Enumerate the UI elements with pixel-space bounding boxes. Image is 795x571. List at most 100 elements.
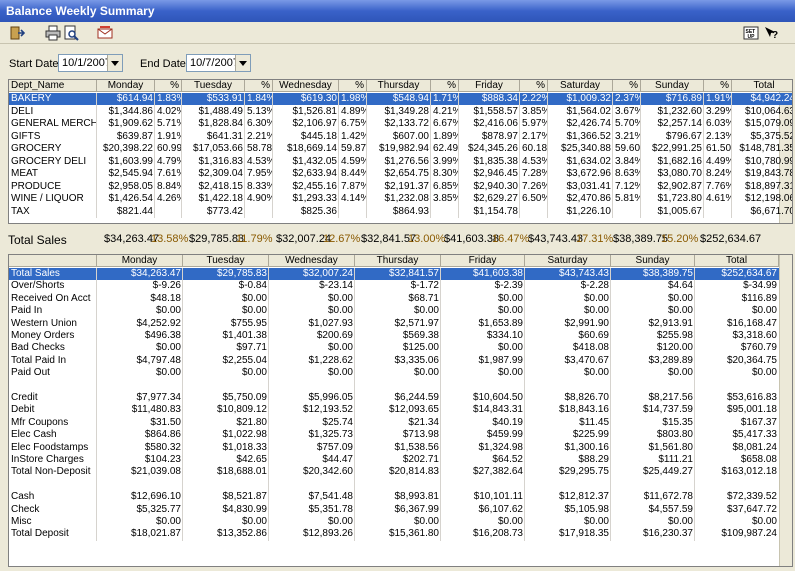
- table-row[interactable]: WINE / LIQUOR $1,426.544.26% $1,422.184.90…: [9, 193, 792, 205]
- table-row[interactable]: GENERAL MERCHAN$1,909.625.71%$1,828.846.…: [9, 118, 792, 130]
- dept-name-cell: GROCERY DELI: [11, 155, 87, 167]
- table-row[interactable]: Total Deposit $18,021.87 $13,352.86 $12,893…: [9, 528, 779, 540]
- table-row[interactable]: GROCERY $20,398.22 60.99% $17,053.66 58.78% $…: [9, 143, 792, 155]
- table-row[interactable]: Check $5,325.77 $4,830.99 $5,351.78 $6,367.9…: [9, 504, 779, 516]
- table-row[interactable]: Debit $11,480.83 $10,809.12 $12,193.52 $12,0…: [9, 404, 779, 416]
- table-row[interactable]: Total Paid In $4,797.48 $2,255.04 $1,228.62…: [9, 355, 779, 367]
- setup-button[interactable]: SET UP: [742, 24, 760, 42]
- column-header-blank[interactable]: %: [704, 80, 732, 92]
- table-row[interactable]: GROCERY DELI$1,603.994.79%$1,316.834.53%…: [9, 155, 792, 168]
- amount-cell: $5,325.77: [136, 503, 182, 515]
- end-date-select[interactable]: 10/7/2007: [186, 54, 251, 72]
- amount-cell: $20,342.60: [302, 466, 353, 478]
- column-header-blank[interactable]: [9, 255, 97, 267]
- table-row[interactable]: TAX $821.44 $773.42 $825.36 $864.93 $1,154.78…: [9, 205, 792, 218]
- column-divider: [519, 93, 520, 218]
- percent-cell: 4.49%: [706, 155, 732, 167]
- help-button[interactable]: ?: [762, 24, 780, 42]
- amount-cell: $0.00: [667, 292, 693, 304]
- table-row[interactable]: Cash $12,696.10 $8,521.87 $7,541.48 $8,993.8…: [9, 491, 779, 503]
- column-header-saturday[interactable]: Saturday: [548, 80, 613, 92]
- table-row[interactable]: Credit $7,977.34 $5,750.09 $5,996.05 $6,244.…: [9, 392, 779, 404]
- column-header-blank[interactable]: %: [155, 80, 182, 92]
- summary-label-cell: Over/Shorts: [11, 280, 65, 292]
- table-row[interactable]: Mfr Coupons $31.50 $21.80 $25.74 $21.34 $40.1…: [9, 417, 779, 429]
- table-row[interactable]: Over/Shorts $-9.26 $-0.84 $-23.14 $-1.72 $-2.…: [9, 280, 779, 292]
- print-preview-icon: [64, 25, 79, 41]
- table-row[interactable]: GIFTS $639.87 1.91% $641.31 2.21% $445.18 1.42…: [9, 131, 792, 143]
- column-header-friday[interactable]: Friday: [459, 80, 520, 92]
- column-header-blank[interactable]: %: [520, 80, 548, 92]
- print-preview-button[interactable]: [62, 24, 80, 42]
- print-button[interactable]: [44, 24, 62, 42]
- end-date-dropdown-button[interactable]: [235, 55, 250, 71]
- exit-button[interactable]: [8, 24, 26, 42]
- start-date-select[interactable]: 10/1/2007: [58, 54, 123, 72]
- dept-name-cell: TAX: [11, 205, 30, 217]
- table-row[interactable]: DELI $1,344.864.02% $1,488.495.13% $1,526.8…: [9, 105, 792, 118]
- percent-cell: 6.03%: [706, 118, 732, 129]
- total-sales-saturday-pct: 17.31%: [576, 233, 614, 245]
- email-button[interactable]: [96, 24, 114, 42]
- amount-cell: $0.00: [327, 516, 353, 527]
- amount-cell: $864.93: [392, 205, 429, 217]
- table-row[interactable]: Bad Checks $0.00 $97.71 $0.00 $125.00 $0.00 $4…: [9, 342, 779, 354]
- table-row[interactable]: [9, 380, 779, 392]
- amount-cell: $2,309.04: [198, 168, 244, 179]
- table-row[interactable]: Money Orders $496.38 $1,401.38 $200.69 $569.…: [9, 330, 779, 342]
- column-header-blank[interactable]: %: [339, 80, 367, 92]
- amount-cell: $3,470.67: [564, 354, 610, 366]
- table-row[interactable]: Western Union $4,252.92 $755.95 $1,027.93 $2…: [9, 318, 779, 330]
- table-row[interactable]: Misc $0.00 $0.00 $0.00 $0.00 $0.00 $0.00 $0.00 $…: [9, 516, 779, 528]
- table-row[interactable]: Elec Cash $864.86 $1,022.98 $1,325.73 $713.9…: [9, 429, 779, 441]
- column-header-monday[interactable]: Monday: [97, 255, 183, 267]
- table-row[interactable]: Total Non-Deposit $21,039.08 $18,688.01 $20…: [9, 466, 779, 478]
- column-header-blank[interactable]: %: [431, 80, 459, 92]
- column-divider: [430, 93, 431, 218]
- payment-summary-grid[interactable]: Monday Tuesday Wednesday Thursday Friday Satu…: [8, 254, 793, 567]
- column-header-blank[interactable]: %: [613, 80, 641, 92]
- column-header-dept-name[interactable]: Dept_Name: [9, 80, 97, 92]
- column-header-monday[interactable]: Monday: [97, 80, 155, 92]
- column-header-wednesday[interactable]: Wednesday: [269, 255, 355, 267]
- percent-cell: 60.99%: [157, 143, 182, 154]
- column-header-wednesday[interactable]: Wednesday: [273, 80, 339, 92]
- column-header-sunday[interactable]: Sunday: [611, 255, 695, 267]
- summary-grid-scrollbar[interactable]: [779, 255, 792, 566]
- table-row[interactable]: Paid In $0.00 $0.00 $0.00 $0.00 $0.00 $0.00 $0.…: [9, 305, 779, 317]
- amount-cell: $0.00: [497, 305, 523, 317]
- table-row[interactable]: Total Sales $34,263.47 $29,785.83 $32,007.2…: [9, 268, 779, 280]
- column-header-blank[interactable]: %: [245, 80, 273, 92]
- column-header-total[interactable]: Total: [732, 80, 792, 92]
- table-row[interactable]: MEAT $2,545.947.61% $2,309.047.95% $2,633.9…: [9, 168, 792, 180]
- table-row[interactable]: PRODUCE $2,958.058.84% $2,418.158.33% $2,45…: [9, 181, 792, 193]
- column-header-friday[interactable]: Friday: [441, 255, 525, 267]
- amount-cell: $3,672.96: [566, 168, 612, 179]
- column-header-thursday[interactable]: Thursday: [355, 255, 441, 267]
- column-header-saturday[interactable]: Saturday: [525, 255, 611, 267]
- window-title: Balance Weekly Summary: [6, 4, 155, 18]
- dept-name-cell: GROCERY: [11, 143, 62, 154]
- table-row[interactable]: InStore Charges $104.23 $42.65 $44.47 $202.7…: [9, 454, 779, 466]
- table-row[interactable]: Paid Out $0.00 $0.00 $0.00 $0.00 $0.00 $0.00 $0…: [9, 367, 779, 379]
- column-header-tuesday[interactable]: Tuesday: [182, 80, 245, 92]
- column-header-thursday[interactable]: Thursday: [367, 80, 431, 92]
- amount-cell: $713.98: [402, 429, 439, 441]
- percent-cell: 8.63%: [615, 168, 641, 179]
- table-row[interactable]: Received On Acct $48.18 $0.00 $0.00 $68.71 $0…: [9, 293, 779, 305]
- start-date-dropdown-button[interactable]: [107, 55, 122, 71]
- percent-cell: 4.89%: [341, 105, 367, 117]
- amount-cell: $334.10: [486, 330, 523, 341]
- amount-cell: $0.00: [155, 367, 181, 379]
- start-date-value: 10/1/2007: [62, 57, 111, 69]
- table-row[interactable]: [9, 479, 779, 491]
- column-divider: [703, 93, 704, 218]
- table-row[interactable]: Elec Foodstamps $580.32 $1,018.33 $757.09 $1…: [9, 442, 779, 454]
- column-header-tuesday[interactable]: Tuesday: [183, 255, 269, 267]
- table-row[interactable]: BAKERY $614.94 1.83% $533.91 1.84% $619.30 1.9…: [9, 93, 792, 105]
- column-header-sunday[interactable]: Sunday: [641, 80, 704, 92]
- column-header-total[interactable]: Total: [695, 255, 779, 267]
- summary-label-cell: Check: [11, 503, 40, 515]
- percent-cell: 4.26%: [157, 193, 182, 204]
- department-sales-grid[interactable]: Dept_Name Monday% Tuesday% Wednesday% Thursd…: [8, 79, 793, 224]
